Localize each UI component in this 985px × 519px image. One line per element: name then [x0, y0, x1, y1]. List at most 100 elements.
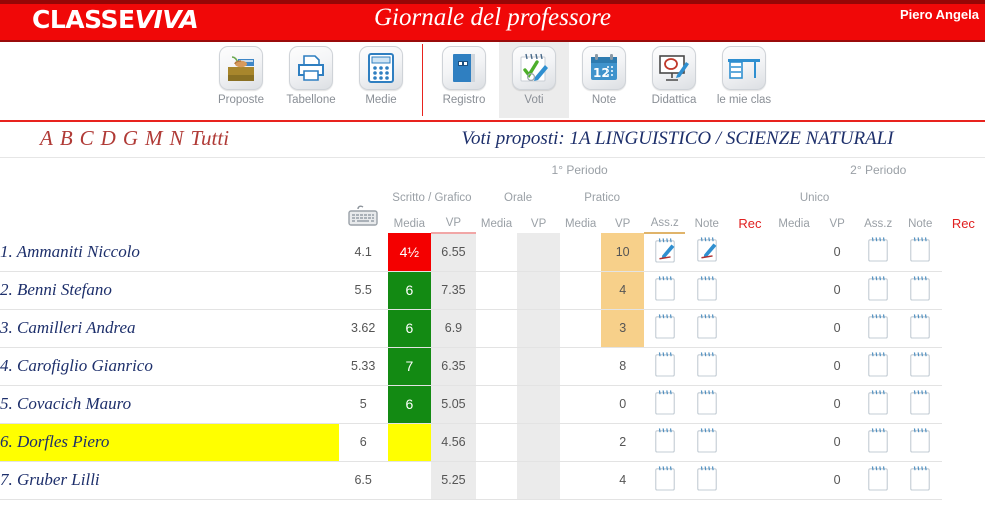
cell-rec-p2[interactable] [898, 309, 942, 348]
cell-note-p2[interactable] [857, 309, 899, 348]
cell-orale-media[interactable]: 6.9 [430, 309, 477, 348]
cell-assz-p2[interactable]: 0 [816, 423, 858, 462]
cell-pratico-vp[interactable] [560, 461, 602, 500]
alpha-filter-tutti[interactable]: Tutti [191, 126, 230, 150]
cell-scritto-vp[interactable] [387, 461, 431, 500]
cell-unico-vp[interactable] [771, 271, 817, 310]
toolbar-item-proposte[interactable]: Proposte [206, 42, 276, 118]
cell-rec-p1[interactable] [685, 309, 729, 348]
cell-unico-vp[interactable] [771, 423, 817, 462]
cell-scritto-media[interactable]: 5.33 [338, 347, 388, 386]
student-name-cell[interactable]: 3. Camilleri Andrea [0, 309, 339, 348]
student-name-cell[interactable]: 1. Ammaniti Niccolo [0, 233, 339, 272]
cell-pratico-media[interactable] [517, 347, 561, 386]
cell-unico-vp[interactable] [771, 233, 817, 272]
cell-pratico-media[interactable] [517, 271, 561, 310]
cell-scritto-media[interactable]: 3.62 [338, 309, 388, 348]
table-row[interactable]: 5. Covacich Mauro 5 6 5.05 0 0 [0, 385, 985, 424]
student-name-cell[interactable]: 5. Covacich Mauro [0, 385, 339, 424]
cell-orale-media[interactable]: 5.25 [430, 461, 477, 500]
cell-assz-p1[interactable]: 8 [601, 347, 645, 386]
cell-unico-media[interactable] [728, 461, 772, 500]
table-row[interactable]: 1. Ammaniti Niccolo 4.1 4½ 6.55 10 0 [0, 233, 985, 272]
cell-rec-p1[interactable] [685, 461, 729, 500]
cell-note-p1[interactable] [644, 347, 686, 386]
cell-assz-p2[interactable]: 0 [816, 271, 858, 310]
keyboard-shortcut-button[interactable] [339, 182, 388, 233]
col-orale-media[interactable]: Media [476, 214, 518, 233]
cell-rec-p1[interactable] [685, 347, 729, 386]
table-row[interactable]: 3. Camilleri Andrea 3.62 6 6.9 3 0 [0, 309, 985, 348]
cell-orale-vp[interactable] [476, 309, 518, 348]
col-pratico-vp[interactable]: VP [601, 214, 645, 233]
cell-unico-media[interactable] [728, 385, 772, 424]
cell-note-p2[interactable] [857, 347, 899, 386]
table-row[interactable]: 7. Gruber Lilli 6.5 5.25 4 0 [0, 461, 985, 500]
cell-unico-vp[interactable] [771, 385, 817, 424]
col-note-p2[interactable]: Note [898, 214, 942, 233]
student-name-cell[interactable]: 6. Dorfles Piero [0, 423, 339, 462]
cell-orale-vp[interactable] [476, 385, 518, 424]
cell-rec-p1[interactable] [685, 271, 729, 310]
cell-assz-p2[interactable]: 0 [816, 347, 858, 386]
cell-rec-p1[interactable] [685, 233, 729, 272]
cell-pratico-media[interactable] [517, 423, 561, 462]
cell-pratico-vp[interactable] [560, 309, 602, 348]
student-name-cell[interactable]: 4. Carofiglio Gianrico [0, 347, 339, 386]
toolbar-item-note[interactable]: 12 Note [569, 42, 639, 118]
col-orale-vp[interactable]: VP [517, 214, 561, 233]
cell-pratico-vp[interactable] [560, 271, 602, 310]
cell-rec-p1[interactable] [685, 423, 729, 462]
cell-scritto-vp[interactable] [387, 423, 431, 462]
cell-unico-media[interactable] [728, 347, 772, 386]
cell-note-p2[interactable] [857, 423, 899, 462]
alpha-filter-m[interactable]: M [145, 126, 163, 150]
table-row[interactable]: 6. Dorfles Piero 6 4.56 2 0 [0, 423, 985, 462]
cell-pratico-vp[interactable] [560, 347, 602, 386]
cell-rec-p2[interactable] [898, 385, 942, 424]
col-rec-p1[interactable]: Rec [728, 214, 772, 233]
cell-orale-media[interactable]: 7.35 [430, 271, 477, 310]
cell-orale-media[interactable]: 5.05 [430, 385, 477, 424]
cell-pratico-media[interactable] [517, 233, 561, 272]
cell-pratico-media[interactable] [517, 461, 561, 500]
cell-scritto-vp[interactable]: 6 [387, 385, 431, 424]
toolbar-item-voti[interactable]: Voti [499, 42, 569, 118]
cell-assz-p2[interactable]: 0 [816, 309, 858, 348]
col-note-p1[interactable]: Note [685, 214, 729, 233]
toolbar-item-tabellone[interactable]: Tabellone [276, 42, 346, 118]
cell-note-p1[interactable] [644, 385, 686, 424]
cell-scritto-vp[interactable]: 7 [387, 347, 431, 386]
alpha-filter-a[interactable]: A [40, 126, 53, 150]
table-row[interactable]: 2. Benni Stefano 5.5 6 7.35 4 0 [0, 271, 985, 310]
cell-pratico-vp[interactable] [560, 385, 602, 424]
cell-rec-p2[interactable] [898, 271, 942, 310]
alpha-filter-d[interactable]: D [101, 126, 116, 150]
cell-scritto-media[interactable]: 6.5 [338, 461, 388, 500]
cell-assz-p2[interactable]: 0 [816, 461, 858, 500]
cell-orale-vp[interactable] [476, 423, 518, 462]
cell-scritto-media[interactable]: 5 [338, 385, 388, 424]
cell-note-p2[interactable] [857, 233, 899, 272]
cell-assz-p1[interactable]: 4 [601, 271, 645, 310]
col-scritto-vp[interactable]: VP [430, 214, 477, 234]
cell-rec-p2[interactable] [898, 423, 942, 462]
col-unico-vp[interactable]: VP [816, 214, 858, 233]
cell-unico-vp[interactable] [771, 309, 817, 348]
cell-orale-media[interactable]: 4.56 [430, 423, 477, 462]
cell-scritto-vp[interactable]: 6 [387, 271, 431, 310]
col-scritto-media[interactable]: Media [387, 214, 431, 233]
cell-scritto-vp[interactable]: 6 [387, 309, 431, 348]
cell-assz-p1[interactable]: 10 [601, 233, 645, 272]
cell-scritto-media[interactable]: 4.1 [338, 233, 388, 272]
cell-orale-vp[interactable] [476, 233, 518, 272]
cell-unico-vp[interactable] [771, 347, 817, 386]
toolbar-item-le-mie-classi[interactable]: le mie clas [709, 42, 779, 118]
student-name-cell[interactable]: 2. Benni Stefano [0, 271, 339, 310]
cell-unico-media[interactable] [728, 271, 772, 310]
cell-orale-vp[interactable] [476, 271, 518, 310]
cell-unico-media[interactable] [728, 233, 772, 272]
logged-in-user[interactable]: Piero Angela [900, 7, 979, 22]
cell-unico-vp[interactable] [771, 461, 817, 500]
cell-unico-media[interactable] [728, 423, 772, 462]
